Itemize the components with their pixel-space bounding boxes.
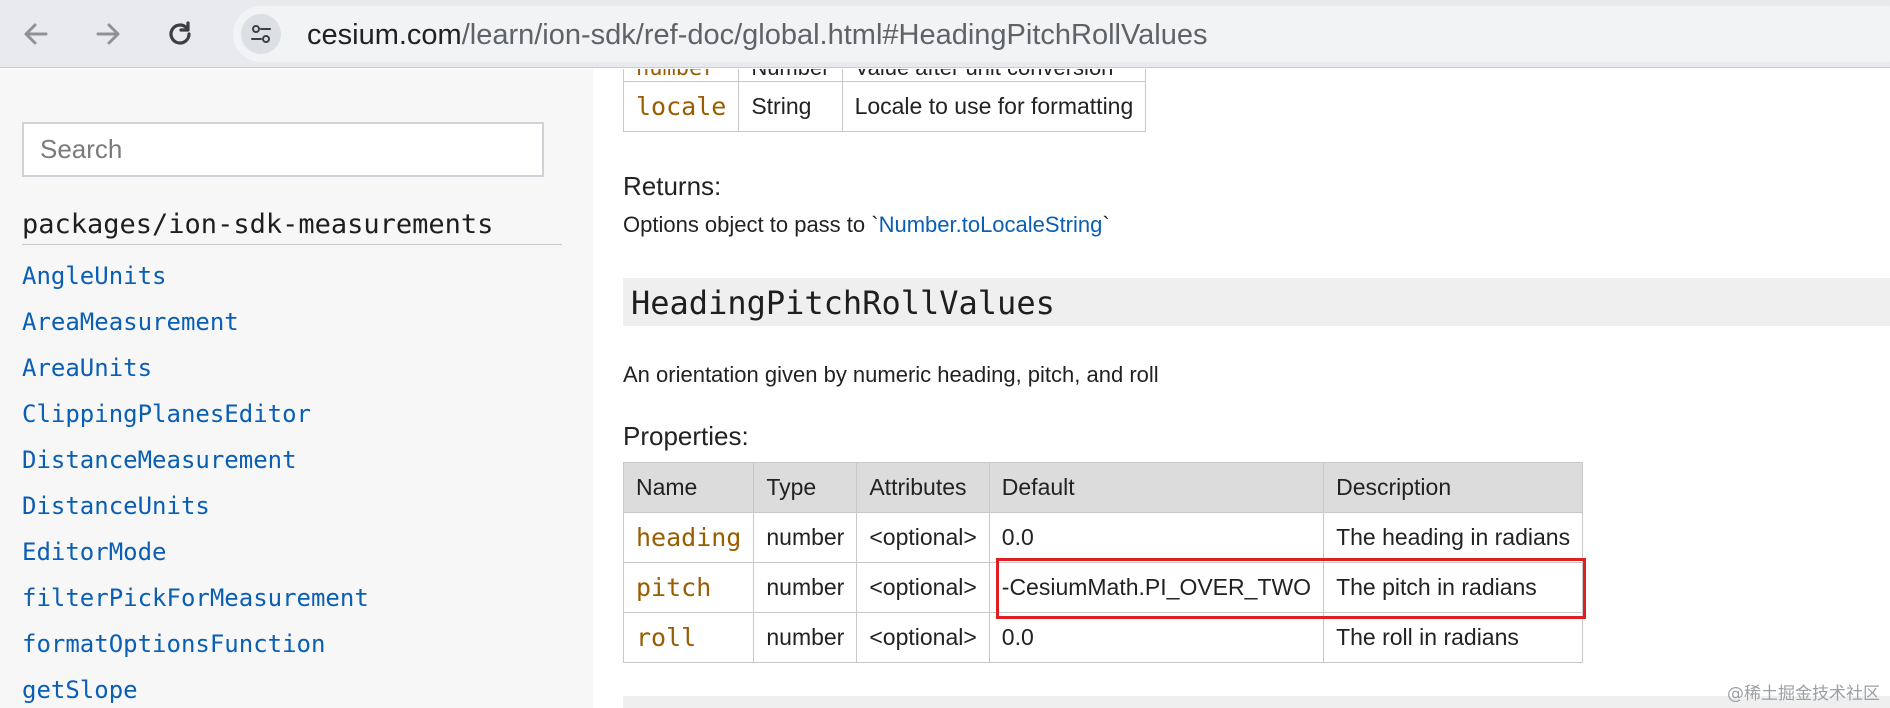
- table-row: roll number <optional> 0.0 The roll in r…: [622, 612, 1584, 663]
- table-row: heading number <optional> 0.0 The headin…: [622, 512, 1584, 563]
- number-tolocalestring-link[interactable]: Number.toLocaleString: [879, 212, 1103, 237]
- property-description: The heading in radians: [1323, 512, 1584, 563]
- property-name: heading: [622, 512, 755, 563]
- browser-toolbar: cesium.com/learn/ion-sdk/ref-doc/global.…: [0, 0, 1890, 68]
- site-settings-icon: [251, 25, 271, 43]
- column-header-attributes: Attributes: [856, 462, 990, 513]
- section-title: HeadingPitchRollValues: [631, 284, 1055, 322]
- reload-button[interactable]: [160, 14, 200, 54]
- package-title: packages/ion-sdk-measurements: [22, 209, 562, 245]
- param-description: Value after unit conversion: [841, 69, 1147, 82]
- param-name: locale: [622, 81, 740, 132]
- column-header-default: Default: [988, 462, 1325, 513]
- address-bar[interactable]: cesium.com/learn/ion-sdk/ref-doc/global.…: [233, 6, 1890, 62]
- returns-text-end: `: [1102, 212, 1110, 237]
- sidebar-item-area-units[interactable]: AreaUnits: [22, 345, 369, 391]
- reload-icon: [169, 21, 191, 45]
- column-header-type: Type: [753, 462, 858, 513]
- back-arrow-icon: [24, 23, 48, 45]
- property-type: number: [753, 562, 858, 613]
- sidebar-nav-list: AngleUnits AreaMeasurement AreaUnits Cli…: [22, 253, 369, 708]
- sidebar-item-area-measurement[interactable]: AreaMeasurement: [22, 299, 369, 345]
- back-button[interactable]: [16, 14, 56, 54]
- table-row: locale String Locale to use for formatti…: [622, 81, 1147, 132]
- sidebar-item-clipping-planes-editor[interactable]: ClippingPlanesEditor: [22, 391, 369, 437]
- sidebar-item-format-options-function[interactable]: formatOptionsFunction: [22, 621, 369, 667]
- url-path: /learn/ion-sdk/ref-doc/global.html#Headi…: [461, 19, 1208, 51]
- table-header-row: Name Type Attributes Default Description: [622, 462, 1584, 513]
- property-name: pitch: [622, 562, 755, 613]
- property-name: roll: [622, 612, 755, 663]
- property-default: 0.0: [988, 612, 1325, 663]
- returns-text: Options object to pass to `: [623, 212, 879, 237]
- url-host: cesium.com: [307, 19, 462, 51]
- property-attributes: <optional>: [856, 562, 990, 613]
- table-row: number Number Value after unit conversio…: [622, 69, 1147, 82]
- sidebar: packages/ion-sdk-measurements AngleUnits…: [0, 69, 593, 708]
- property-type: number: [753, 612, 858, 663]
- property-attributes: <optional>: [856, 512, 990, 563]
- section-header: HeadingPitchRollValues: [623, 278, 1890, 326]
- param-name: number: [622, 69, 740, 82]
- param-description: Locale to use for formatting: [841, 81, 1147, 132]
- sidebar-item-editor-mode[interactable]: EditorMode: [22, 529, 369, 575]
- property-type: number: [753, 512, 858, 563]
- property-attributes: <optional>: [856, 612, 990, 663]
- highlight-annotation-box: [996, 558, 1586, 619]
- column-header-description: Description: [1323, 462, 1584, 513]
- watermark: @稀土掘金技术社区: [1727, 684, 1880, 704]
- sidebar-item-filter-pick-for-measurement[interactable]: filterPickForMeasurement: [22, 575, 369, 621]
- doc-content: number Number Value after unit conversio…: [593, 69, 1890, 708]
- property-default: 0.0: [988, 512, 1325, 563]
- forward-button[interactable]: [88, 14, 128, 54]
- returns-description: Options object to pass to `Number.toLoca…: [623, 212, 1110, 238]
- params-table: number Number Value after unit conversio…: [622, 69, 1147, 132]
- sidebar-item-distance-measurement[interactable]: DistanceMeasurement: [22, 437, 369, 483]
- column-header-name: Name: [622, 462, 755, 513]
- sidebar-item-get-slope[interactable]: getSlope: [22, 667, 369, 708]
- property-description: The roll in radians: [1323, 612, 1584, 663]
- properties-heading: Properties:: [623, 421, 749, 451]
- site-settings-button[interactable]: [241, 14, 281, 54]
- next-section-header: [623, 696, 1890, 708]
- section-description: An orientation given by numeric heading,…: [623, 362, 1159, 387]
- param-type: Number: [738, 69, 843, 82]
- sidebar-item-angle-units[interactable]: AngleUnits: [22, 253, 369, 299]
- sidebar-item-distance-units[interactable]: DistanceUnits: [22, 483, 369, 529]
- param-type: String: [738, 81, 843, 132]
- url-text[interactable]: cesium.com/learn/ion-sdk/ref-doc/global.…: [307, 19, 1208, 52]
- forward-arrow-icon: [96, 23, 120, 45]
- returns-heading: Returns:: [623, 171, 722, 201]
- search-input[interactable]: [22, 122, 544, 177]
